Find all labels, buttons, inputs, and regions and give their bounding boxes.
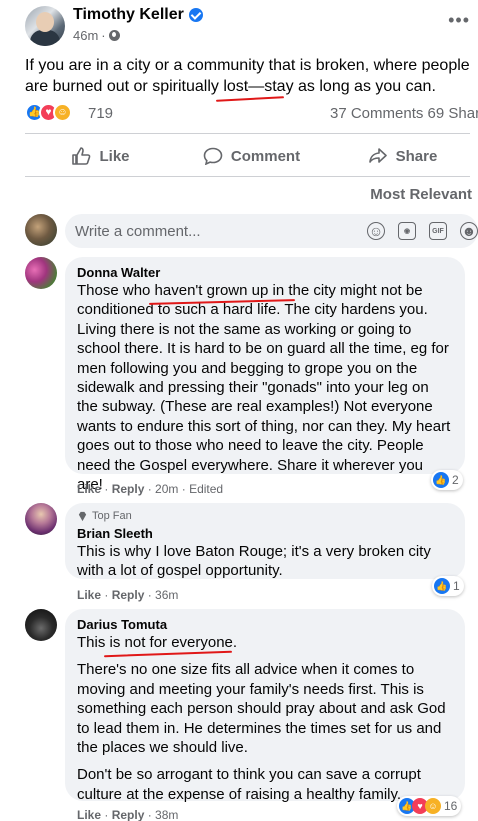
- commenter-avatar[interactable]: [25, 257, 57, 289]
- comment-footer: Like · Reply · 20m · Edited: [77, 482, 224, 496]
- like-button[interactable]: Like: [25, 140, 176, 172]
- comment-reaction-badge[interactable]: 👍 2: [431, 470, 463, 490]
- comment-label: Comment: [230, 147, 301, 165]
- author-avatar[interactable]: [25, 6, 65, 46]
- reaction-count: 1: [453, 579, 460, 593]
- thumbs-up-icon: [72, 147, 91, 165]
- comment-reply-link[interactable]: Reply: [112, 588, 145, 602]
- more-dots-icon[interactable]: •••: [448, 10, 470, 31]
- reaction-icons[interactable]: 👍 ♥ ☺: [25, 103, 72, 122]
- reaction-count: 16: [444, 799, 458, 813]
- comment-input-placeholder: Write a comment...: [75, 223, 201, 240]
- care-reaction-icon: ☺: [53, 103, 72, 122]
- comment-input[interactable]: Write a comment... ☺ ◉ GIF ☻: [65, 214, 478, 248]
- comment-reaction-badge[interactable]: 👍 ♥ ☺ 16: [397, 796, 462, 816]
- sticker-icon[interactable]: ☻: [460, 222, 478, 240]
- divider: [25, 133, 470, 134]
- post-action-row: Like Comment Share: [25, 140, 478, 172]
- comment-paragraph: There's no one size fits all advice when…: [77, 661, 446, 757]
- reaction-count: 2: [452, 473, 459, 487]
- like-reaction-icon: 👍: [434, 578, 450, 594]
- comment-bubble: Donna Walter Those who haven't grown up …: [65, 257, 465, 493]
- comment-time[interactable]: 36m: [155, 588, 178, 602]
- comment-footer: Like · Reply · 36m: [77, 588, 179, 602]
- comment-reply-link[interactable]: Reply: [112, 808, 145, 821]
- comment-composer: Write a comment... ☺ ◉ GIF ☻: [25, 214, 478, 248]
- comment-like-link[interactable]: Like: [77, 482, 101, 496]
- comment-item: Donna Walter Those who haven't grown up …: [25, 257, 478, 497]
- comment-reaction-badge[interactable]: 👍 1: [432, 576, 464, 596]
- author-name[interactable]: Timothy Keller: [73, 6, 184, 24]
- handwritten-underline-mark: [215, 96, 285, 102]
- like-reaction-icon: 👍: [433, 472, 449, 488]
- edited-label[interactable]: Edited: [189, 482, 223, 496]
- comment-paragraph: Don't be so arrogant to think you can sa…: [77, 766, 421, 803]
- comment-like-link[interactable]: Like: [77, 808, 101, 821]
- post-header: Timothy Keller 46m · •••: [25, 6, 478, 50]
- post-text: If you are in a city or a community that…: [25, 57, 470, 95]
- commenter-name[interactable]: Donna Walter: [77, 265, 453, 281]
- comment-footer: Like · Reply · 38m: [77, 808, 179, 821]
- current-user-avatar[interactable]: [25, 214, 57, 246]
- comment-item: Darius Tomuta This is not for everyone. …: [25, 609, 478, 821]
- post-meta: 46m ·: [73, 28, 120, 43]
- care-reaction-icon: ☺: [425, 798, 441, 814]
- share-arrow-icon: [368, 148, 387, 163]
- globe-icon: [108, 30, 120, 41]
- comment-time[interactable]: 20m: [155, 482, 178, 496]
- commenter-avatar[interactable]: [25, 609, 57, 641]
- comment-text: Those who haven't grown up in the city m…: [77, 282, 451, 494]
- comment-bubble: Darius Tomuta This is not for everyone. …: [65, 609, 465, 804]
- commenter-name[interactable]: Brian Sleeth: [77, 526, 453, 542]
- comment-time[interactable]: 38m: [155, 808, 178, 821]
- divider: [25, 176, 470, 177]
- emoji-icon[interactable]: ☺: [367, 222, 385, 240]
- comment-paragraph: This is not for everyone.: [77, 634, 238, 651]
- author-name-row: Timothy Keller: [73, 6, 203, 24]
- diamond-icon: [78, 511, 87, 521]
- composer-icons: ☺ ◉ GIF ☻: [367, 222, 478, 240]
- comment-item: Top Fan Brian Sleeth This is why I love …: [25, 503, 478, 603]
- share-button[interactable]: Share: [327, 140, 478, 172]
- verified-badge-icon: [188, 8, 203, 22]
- comment-bubble: Top Fan Brian Sleeth This is why I love …: [65, 503, 465, 579]
- comments-shares-count[interactable]: 37 Comments 69 Shar: [330, 105, 478, 122]
- share-label: Share: [395, 147, 438, 165]
- comment-reply-link[interactable]: Reply: [112, 482, 145, 496]
- reactions-bar: 👍 ♥ ☺ 719 37 Comments 69 Shar: [25, 103, 478, 125]
- comment-sort-dropdown[interactable]: Most Relevant: [370, 186, 472, 203]
- commenter-avatar[interactable]: [25, 503, 57, 535]
- comment-bubble-icon: [203, 147, 223, 165]
- comment-button[interactable]: Comment: [176, 140, 327, 172]
- gif-icon[interactable]: GIF: [429, 222, 447, 240]
- comment-text: This is not for everyone. There's no one…: [77, 633, 453, 804]
- comment-text: This is why I love Baton Rouge; it's a v…: [77, 543, 431, 580]
- comment-like-link[interactable]: Like: [77, 588, 101, 602]
- top-fan-label: Top Fan: [92, 510, 132, 522]
- reaction-count[interactable]: 719: [88, 105, 113, 122]
- like-label: Like: [99, 147, 130, 165]
- top-fan-badge: Top Fan: [77, 509, 453, 523]
- camera-icon[interactable]: ◉: [398, 222, 416, 240]
- commenter-name[interactable]: Darius Tomuta: [77, 617, 453, 633]
- post-time[interactable]: 46m: [73, 28, 98, 43]
